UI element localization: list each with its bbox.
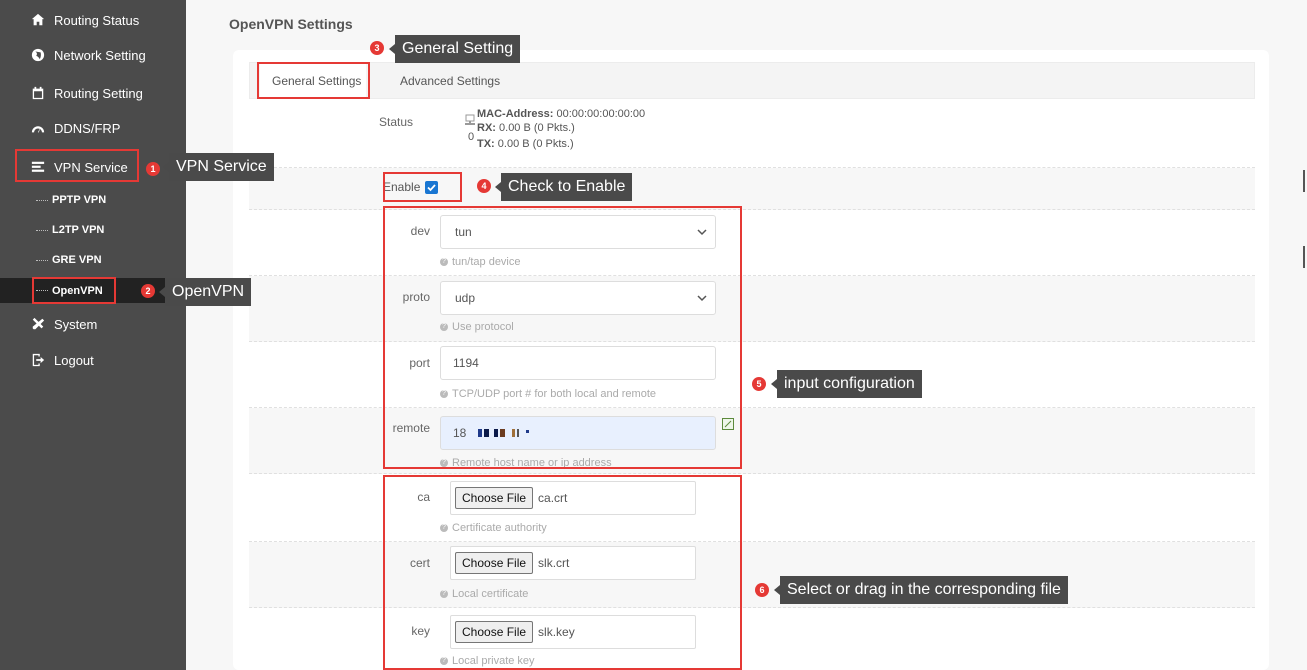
tab-bar: General Settings Advanced Settings	[249, 62, 1255, 99]
annotation-badge-3: 3	[370, 41, 384, 55]
sidebar-item-network-setting[interactable]: Network Setting	[0, 43, 186, 67]
highlight-input-configuration	[383, 206, 742, 469]
globe-icon	[30, 47, 46, 63]
edge-mark	[1303, 246, 1305, 268]
mac-label: MAC-Address:	[477, 108, 554, 120]
tree-line	[36, 259, 48, 261]
annotation-callout-1: VPN Service	[163, 153, 274, 181]
tab-advanced-settings[interactable]: Advanced Settings	[388, 63, 528, 99]
home-icon	[30, 12, 46, 28]
status-label: Status	[379, 115, 414, 129]
calendar-icon	[30, 85, 46, 101]
tx-value: 0.00 B (0 Pkts.)	[497, 138, 574, 150]
annotation-badge-4: 4	[477, 179, 491, 193]
annotation-callout-6: Select or drag in the corresponding file	[774, 576, 1068, 604]
sidebar: Routing Status Network Setting Routing S…	[0, 0, 186, 670]
sidebar-item-label: Routing Setting	[54, 85, 143, 101]
subitem-label: PPTP VPN	[52, 194, 107, 206]
status-details: MAC-Address: 00:00:00:00:00:00 RX: 0.00 …	[477, 107, 645, 151]
sidebar-item-label: Network Setting	[54, 47, 146, 63]
gauge-icon	[30, 120, 46, 136]
highlight-openvpn	[32, 277, 116, 304]
sidebar-item-system[interactable]: System	[0, 312, 186, 336]
annotation-badge-2: 2	[141, 284, 155, 298]
highlight-general-settings-tab	[257, 62, 370, 99]
sidebar-item-ddns-frp[interactable]: DDNS/FRP	[0, 116, 186, 140]
network-icon	[464, 113, 478, 127]
annotation-callout-3: General Setting	[388, 35, 521, 63]
status-count: 0	[468, 131, 475, 143]
annotation-badge-1: 1	[146, 162, 160, 176]
annotation-badge-6: 6	[755, 583, 769, 597]
status-row: Status	[249, 100, 1255, 168]
sidebar-subitem-pptp-vpn[interactable]: PPTP VPN	[0, 189, 186, 211]
logout-icon	[30, 352, 46, 368]
sidebar-subitem-l2tp-vpn[interactable]: L2TP VPN	[0, 219, 186, 241]
sidebar-item-label: System	[54, 316, 98, 332]
sidebar-item-routing-setting[interactable]: Routing Setting	[0, 81, 186, 105]
tree-line	[36, 229, 48, 231]
subitem-label: L2TP VPN	[52, 224, 105, 236]
tools-icon	[30, 316, 46, 332]
tx-label: TX:	[477, 138, 495, 150]
highlight-file-selection	[383, 475, 742, 670]
mac-value: 00:00:00:00:00:00	[556, 108, 646, 120]
annotation-badge-5: 5	[752, 377, 766, 391]
highlight-enable	[383, 172, 462, 202]
sidebar-item-label: DDNS/FRP	[54, 120, 121, 136]
main-panel: OpenVPN Settings General Settings Advanc…	[186, 0, 1307, 670]
page-title: OpenVPN Settings	[229, 16, 353, 32]
edge-mark	[1303, 170, 1305, 192]
annotation-callout-2: OpenVPN	[158, 278, 252, 306]
highlight-vpn-service	[15, 149, 139, 182]
tree-line	[36, 199, 48, 201]
sidebar-item-logout[interactable]: Logout	[0, 348, 186, 372]
sidebar-subitem-gre-vpn[interactable]: GRE VPN	[0, 249, 186, 271]
rx-label: RX:	[477, 122, 496, 134]
rx-value: 0.00 B (0 Pkts.)	[499, 122, 575, 134]
sidebar-item-label: Logout	[54, 352, 94, 368]
annotation-callout-5: input configuration	[771, 370, 922, 398]
sidebar-item-routing-status[interactable]: Routing Status	[0, 8, 186, 32]
sidebar-item-label: Routing Status	[54, 12, 140, 28]
subitem-label: GRE VPN	[52, 254, 102, 266]
annotation-callout-4: Check to Enable	[494, 173, 633, 201]
